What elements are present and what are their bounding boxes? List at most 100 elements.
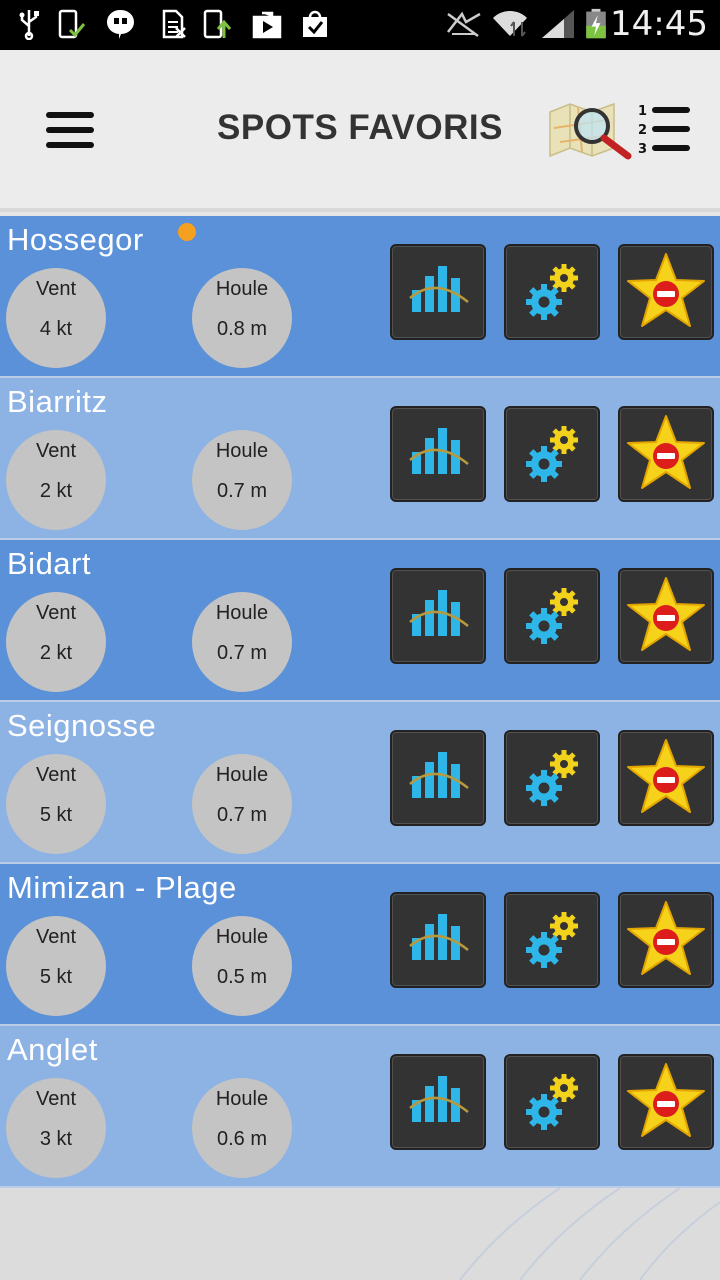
- spot-row-5[interactable]: Anglet Vent 3 kt Houle 0.6 m: [0, 1026, 720, 1188]
- status-bar: 14:45: [0, 0, 720, 50]
- forecast-chart-button[interactable]: [390, 568, 486, 664]
- spot-settings-button[interactable]: [504, 568, 600, 664]
- remove-favorite-button[interactable]: [618, 406, 714, 502]
- remove-favorite-star-icon: [627, 1063, 705, 1137]
- status-time: 14:45: [610, 4, 708, 44]
- remove-favorite-star-icon: [627, 415, 705, 489]
- spot-settings-button[interactable]: [504, 406, 600, 502]
- wind-label: Vent: [35, 764, 77, 786]
- spot-settings-button[interactable]: [504, 244, 600, 340]
- spot-settings-icon: [526, 588, 578, 644]
- remove-favorite-star-icon: [627, 577, 705, 651]
- swell-label: Houle: [215, 278, 269, 300]
- wind-label: Vent: [35, 602, 77, 624]
- background-wave-decoration: [0, 1188, 720, 1280]
- swell-gauge: Houle 0.7 m: [192, 592, 292, 692]
- spot-row-4[interactable]: Mimizan - Plage Vent 5 kt Houle 0.5 m: [0, 864, 720, 1026]
- favorite-spots-list: Hossegor Vent 4 kt Houle 0.8 m Biarritz …: [0, 216, 720, 1188]
- swell-gauge: Houle 0.8 m: [192, 268, 292, 368]
- forecast-chart-button[interactable]: [390, 892, 486, 988]
- wind-gauge: Vent 2 kt: [6, 430, 106, 530]
- swell-value: 0.6 m: [216, 1128, 268, 1150]
- spot-settings-button[interactable]: [504, 892, 600, 988]
- new-data-indicator: [178, 223, 196, 241]
- wind-label: Vent: [35, 440, 77, 462]
- swell-value: 0.7 m: [216, 642, 268, 664]
- swell-value: 0.7 m: [216, 804, 268, 826]
- nfc-muted-icon: [447, 11, 481, 38]
- spot-name: Anglet: [7, 1032, 98, 1067]
- swell-gauge: Houle 0.5 m: [192, 916, 292, 1016]
- wind-value: 2 kt: [39, 480, 73, 502]
- spot-row-3[interactable]: Seignosse Vent 5 kt Houle 0.7 m: [0, 702, 720, 864]
- swell-label: Houle: [215, 926, 269, 948]
- swell-label: Houle: [215, 764, 269, 786]
- phone-upload-icon: [203, 9, 232, 39]
- rank-3: 3: [638, 142, 647, 157]
- wind-gauge: Vent 4 kt: [6, 268, 106, 368]
- forecast-chart-button[interactable]: [390, 406, 486, 502]
- swell-gauge: Houle 0.6 m: [192, 1078, 292, 1178]
- remove-favorite-button[interactable]: [618, 730, 714, 826]
- usb-icon: [19, 10, 39, 40]
- forecast-chart-button[interactable]: [390, 730, 486, 826]
- spot-name: Bidart: [7, 546, 91, 581]
- wifi-icon: [493, 10, 527, 37]
- spot-row-2[interactable]: Bidart Vent 2 kt Houle 0.7 m: [0, 540, 720, 702]
- swell-gauge: Houle 0.7 m: [192, 754, 292, 854]
- app-header: SPOTS FAVORIS 1 2 3: [0, 50, 720, 212]
- wind-value: 2 kt: [39, 642, 73, 664]
- wind-value: 3 kt: [39, 1128, 73, 1150]
- spot-row-0[interactable]: Hossegor Vent 4 kt Houle 0.8 m: [0, 216, 720, 378]
- wind-label: Vent: [35, 278, 77, 300]
- wind-gauge: Vent 5 kt: [6, 754, 106, 854]
- spot-settings-icon: [526, 264, 578, 320]
- wind-gauge: Vent 2 kt: [6, 592, 106, 692]
- phone-check-icon: [58, 9, 86, 39]
- wind-value: 4 kt: [39, 318, 73, 340]
- swell-label: Houle: [215, 1088, 269, 1110]
- swell-value: 0.8 m: [216, 318, 268, 340]
- spot-name: Biarritz: [7, 384, 108, 419]
- spot-settings-icon: [526, 1074, 578, 1130]
- spot-settings-icon: [526, 912, 578, 968]
- forecast-chart-button[interactable]: [390, 244, 486, 340]
- spot-row-1[interactable]: Biarritz Vent 2 kt Houle 0.7 m: [0, 378, 720, 540]
- remove-favorite-button[interactable]: [618, 244, 714, 340]
- remove-favorite-button[interactable]: [618, 568, 714, 664]
- swell-value: 0.7 m: [216, 480, 268, 502]
- wind-value: 5 kt: [39, 804, 73, 826]
- remove-favorite-star-icon: [627, 901, 705, 975]
- swell-label: Houle: [215, 440, 269, 462]
- map-search-icon[interactable]: [548, 98, 634, 160]
- wind-gauge: Vent 5 kt: [6, 916, 106, 1016]
- forecast-chart-icon: [409, 590, 469, 636]
- battery-charging-icon: [586, 8, 606, 39]
- spot-settings-button[interactable]: [504, 730, 600, 826]
- swell-label: Houle: [215, 602, 269, 624]
- wind-label: Vent: [35, 926, 77, 948]
- remove-favorite-star-icon: [627, 739, 705, 813]
- spot-settings-icon: [526, 426, 578, 482]
- spot-name: Mimizan - Plage: [7, 870, 237, 905]
- forecast-chart-icon: [409, 752, 469, 798]
- swell-gauge: Houle 0.7 m: [192, 430, 292, 530]
- spot-settings-icon: [526, 750, 578, 806]
- rank-1: 1: [638, 104, 647, 119]
- ranked-list-icon[interactable]: 1 2 3: [636, 102, 692, 158]
- sim-card-icon: [162, 9, 186, 39]
- wind-gauge: Vent 3 kt: [6, 1078, 106, 1178]
- remove-favorite-button[interactable]: [618, 1054, 714, 1150]
- shopping-bag-icon: [303, 10, 327, 37]
- spot-settings-button[interactable]: [504, 1054, 600, 1150]
- forecast-chart-button[interactable]: [390, 1054, 486, 1150]
- wind-value: 5 kt: [39, 966, 73, 988]
- wind-label: Vent: [35, 1088, 77, 1110]
- forecast-chart-icon: [409, 914, 469, 960]
- forecast-chart-icon: [409, 1076, 469, 1122]
- remove-favorite-button[interactable]: [618, 892, 714, 988]
- spot-name: Seignosse: [7, 708, 157, 743]
- spot-name: Hossegor: [7, 222, 144, 257]
- remove-favorite-star-icon: [627, 253, 705, 327]
- rank-2: 2: [638, 123, 647, 138]
